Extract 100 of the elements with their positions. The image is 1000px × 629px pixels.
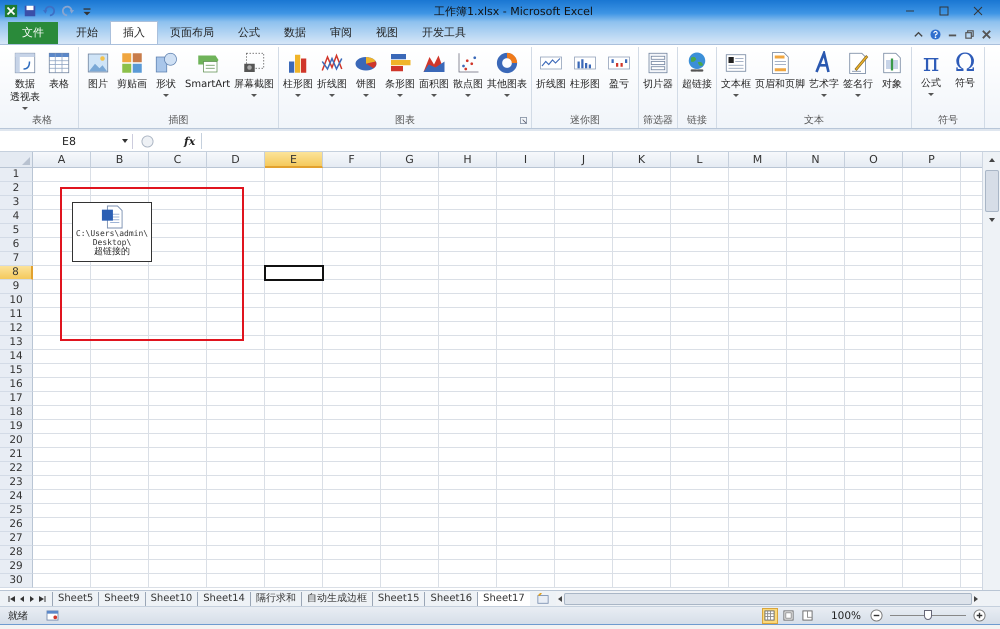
ribbon-button[interactable]: 页眉和页脚 xyxy=(753,47,808,112)
cell-grid[interactable] xyxy=(33,168,982,588)
row-header[interactable]: 17 xyxy=(0,392,33,406)
zoom-level[interactable]: 100% xyxy=(830,610,861,622)
row-header[interactable]: 13 xyxy=(0,336,33,350)
scroll-left-icon[interactable] xyxy=(556,594,564,602)
row-header[interactable]: 22 xyxy=(0,462,33,476)
next-sheet-icon[interactable] xyxy=(28,594,36,602)
row-header[interactable]: 10 xyxy=(0,294,33,308)
ribbon-button[interactable]: 签名行 xyxy=(841,47,876,112)
column-header[interactable]: L xyxy=(671,152,729,168)
ribbon-button[interactable]: 其他图表 xyxy=(485,47,530,112)
file-tab[interactable]: 文件 xyxy=(8,22,58,44)
ribbon-button[interactable]: 条形图 xyxy=(383,47,418,112)
ribbon-button[interactable]: π 公式 xyxy=(914,47,948,112)
column-header[interactable]: E xyxy=(265,152,323,168)
column-header[interactable]: M xyxy=(729,152,787,168)
zoom-in-icon[interactable] xyxy=(973,609,986,622)
column-header[interactable]: N xyxy=(787,152,845,168)
help-icon[interactable] xyxy=(930,29,941,40)
row-header[interactable]: 18 xyxy=(0,406,33,420)
row-header[interactable]: 25 xyxy=(0,504,33,518)
dialog-launcher-icon[interactable] xyxy=(520,117,528,124)
ribbon-button[interactable]: 柱形图 xyxy=(568,47,602,112)
sheet-tab[interactable]: Sheet17 xyxy=(477,592,530,606)
zoom-slider-thumb[interactable] xyxy=(924,610,932,620)
zoom-out-icon[interactable] xyxy=(870,609,883,622)
column-header[interactable]: G xyxy=(381,152,439,168)
column-header[interactable]: P xyxy=(903,152,961,168)
ribbon-button[interactable]: 面积图 xyxy=(417,47,452,112)
ribbon-button[interactable]: 对象 xyxy=(875,47,910,112)
row-header[interactable]: 26 xyxy=(0,518,33,532)
active-cell[interactable] xyxy=(264,265,324,281)
insert-function-button[interactable]: fx xyxy=(184,134,196,148)
ribbon-tab[interactable]: 公式 xyxy=(226,22,272,44)
row-header[interactable]: 7 xyxy=(0,252,33,266)
column-header[interactable]: F xyxy=(323,152,381,168)
ribbon-button[interactable]: 柱形图 xyxy=(281,47,316,112)
column-header[interactable]: I xyxy=(497,152,555,168)
name-box[interactable]: E8 xyxy=(6,134,133,148)
ribbon-tab[interactable]: 数据 xyxy=(272,22,318,44)
ribbon-button[interactable]: 切片器 xyxy=(641,47,676,112)
scrollbar-thumb[interactable] xyxy=(984,170,998,212)
save-icon[interactable] xyxy=(23,4,37,18)
row-header[interactable]: 1 xyxy=(0,168,33,182)
macro-record-icon[interactable] xyxy=(46,610,59,621)
vertical-scrollbar[interactable] xyxy=(982,152,1000,590)
ribbon-tab[interactable]: 开始 xyxy=(64,22,110,44)
ribbon-button[interactable]: Ω 符号 xyxy=(948,47,982,112)
column-header[interactable]: C xyxy=(149,152,207,168)
row-header[interactable]: 6 xyxy=(0,238,33,252)
ribbon-button[interactable]: 表格 xyxy=(42,47,76,112)
close-icon[interactable] xyxy=(981,29,992,40)
row-header[interactable]: 28 xyxy=(0,546,33,560)
column-header[interactable]: B xyxy=(91,152,149,168)
scroll-down-icon[interactable] xyxy=(988,216,996,224)
insert-sheet-icon[interactable] xyxy=(536,592,550,604)
row-header[interactable]: 9 xyxy=(0,280,33,294)
row-header[interactable]: 24 xyxy=(0,490,33,504)
ribbon-button[interactable]: 饼图 xyxy=(349,47,384,112)
row-header[interactable]: 3 xyxy=(0,196,33,210)
row-header[interactable]: 12 xyxy=(0,322,33,336)
ribbon-button[interactable]: 文本框 xyxy=(719,47,754,112)
row-header[interactable]: 5 xyxy=(0,224,33,238)
ribbon-tab[interactable]: 视图 xyxy=(364,22,410,44)
column-header[interactable]: K xyxy=(613,152,671,168)
row-header[interactable]: 29 xyxy=(0,560,33,574)
last-sheet-icon[interactable] xyxy=(38,594,46,602)
row-header[interactable]: 2 xyxy=(0,182,33,196)
row-header[interactable]: 14 xyxy=(0,350,33,364)
ribbon-tab[interactable]: 页面布局 xyxy=(158,22,226,44)
row-header[interactable]: 19 xyxy=(0,420,33,434)
column-header[interactable]: J xyxy=(555,152,613,168)
ribbon-tab[interactable]: 审阅 xyxy=(318,22,364,44)
restore-icon[interactable] xyxy=(964,29,975,40)
ribbon-button[interactable]: 超链接 xyxy=(680,47,714,112)
ribbon-button[interactable]: 剪贴画 xyxy=(115,47,149,112)
row-header[interactable]: 11 xyxy=(0,308,33,322)
ribbon-button[interactable]: 盈亏 xyxy=(602,47,636,112)
row-header[interactable]: 30 xyxy=(0,574,33,588)
embedded-object[interactable]: C:\Users\admin\ Desktop\ 超链接的 xyxy=(72,202,152,262)
ribbon-tab[interactable]: 插入 xyxy=(110,21,158,44)
row-header[interactable]: 8 xyxy=(0,266,33,280)
row-header[interactable]: 23 xyxy=(0,476,33,490)
ribbon-button[interactable]: 艺术字 xyxy=(807,47,842,112)
column-header[interactable]: A xyxy=(33,152,91,168)
column-header[interactable]: H xyxy=(439,152,497,168)
column-header[interactable]: O xyxy=(845,152,903,168)
ribbon-button[interactable]: 屏幕截图 xyxy=(232,47,276,112)
ribbon-button[interactable]: 散点图 xyxy=(451,47,486,112)
row-header[interactable]: 21 xyxy=(0,448,33,462)
column-header[interactable]: D xyxy=(207,152,265,168)
ribbon-button[interactable]: SmartArt xyxy=(183,47,232,112)
ribbon-button[interactable]: 数据 透视表 xyxy=(8,47,42,112)
row-header[interactable]: 20 xyxy=(0,434,33,448)
normal-view-button[interactable] xyxy=(762,608,778,624)
ribbon-tab[interactable]: 开发工具 xyxy=(410,22,478,44)
scroll-right-icon[interactable] xyxy=(972,594,980,602)
ribbon-button[interactable]: 折线图 xyxy=(315,47,350,112)
row-header[interactable]: 4 xyxy=(0,210,33,224)
